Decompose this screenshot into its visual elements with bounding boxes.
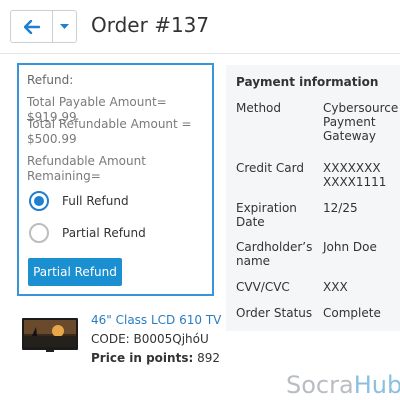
points-label: Price in points: — [91, 351, 194, 365]
refund-panel: Refund: Total Payable Amount= $919.99 To… — [17, 63, 214, 296]
credit-card-value: XXXXXXX XXXX1111 — [323, 161, 387, 189]
product-code: CODE: B0005QjhóU — [91, 332, 209, 346]
cvv-value: XXX — [323, 280, 348, 294]
points-value: 892 — [197, 351, 220, 365]
product-points: Price in points: 892 — [91, 351, 220, 365]
partial-refund-button[interactable]: Partial Refund — [28, 258, 122, 286]
socrahub-watermark: SocraHub — [286, 371, 400, 399]
payment-information-panel: Payment information Method Cybersource P… — [226, 65, 400, 331]
product-thumbnail[interactable] — [22, 318, 78, 353]
expiration-date-value: 12/25 — [323, 201, 358, 215]
back-dropdown-button[interactable] — [53, 11, 76, 42]
cardholder-name-value: John Doe — [323, 240, 377, 254]
partial-refund-option[interactable]: Partial Refund — [29, 223, 146, 243]
full-refund-radio[interactable] — [29, 191, 49, 211]
full-refund-option[interactable]: Full Refund — [29, 191, 129, 211]
payment-heading: Payment information — [236, 75, 379, 89]
watermark-socra: Socra — [286, 371, 354, 399]
page-header: Order #137 — [0, 0, 400, 54]
back-button-group — [10, 10, 77, 43]
partial-refund-radio[interactable] — [29, 223, 49, 243]
watermark-hub: Hub — [353, 371, 400, 399]
back-button[interactable] — [11, 11, 53, 42]
cvv-label: CVV/CVC — [236, 280, 290, 294]
method-label: Method — [236, 101, 282, 115]
partial-refund-label: Partial Refund — [62, 226, 146, 240]
order-status-value: Complete — [323, 306, 381, 320]
method-value: Cybersource Payment Gateway — [323, 101, 399, 143]
cardholder-name-label: Cardholder’s name — [236, 240, 313, 268]
arrow-left-icon — [23, 19, 40, 34]
full-refund-label: Full Refund — [62, 194, 129, 208]
page-title: Order #137 — [91, 13, 210, 37]
product-name-link[interactable]: 46" Class LCD 610 TV — [91, 313, 221, 327]
refund-title: Refund: — [27, 73, 74, 87]
order-status-label: Order Status — [236, 306, 313, 320]
caret-down-icon — [60, 23, 69, 29]
total-refundable-amount: Total Refundable Amount = $500.99 — [27, 117, 192, 146]
credit-card-label: Credit Card — [236, 161, 304, 175]
expiration-date-label: Expiration Date — [236, 201, 297, 229]
refundable-amount-remaining: Refundable Amount Remaining= — [27, 154, 146, 183]
